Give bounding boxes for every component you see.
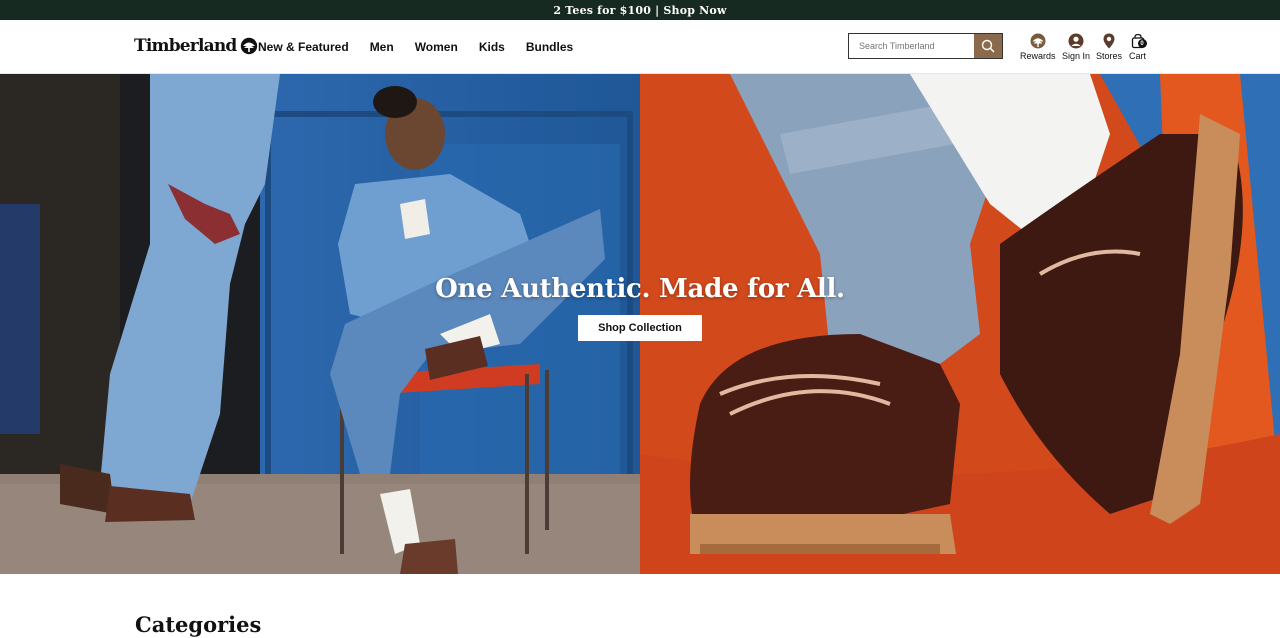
brand-logo[interactable]: Timberland (134, 36, 258, 56)
rewards-label: Rewards (1020, 51, 1056, 61)
shop-collection-button[interactable]: Shop Collection (578, 315, 702, 341)
cart-label: Cart (1129, 51, 1147, 61)
site-header: Timberland New & Featured Men Women Kids… (0, 20, 1280, 74)
search-icon (981, 39, 995, 53)
hero-banner: One Authentic. Made for All. Shop Collec… (0, 74, 1280, 574)
nav-bundles[interactable]: Bundles (526, 40, 573, 54)
stores-label: Stores (1096, 51, 1123, 61)
hero-image-left[interactable] (0, 74, 640, 574)
nav-new-featured[interactable]: New & Featured (258, 40, 349, 54)
user-icon (1068, 33, 1084, 49)
logo-tree-icon (241, 37, 258, 55)
cart-link[interactable]: 0 Cart (1129, 33, 1147, 61)
sign-in-label: Sign In (1062, 51, 1091, 61)
search-box (848, 33, 1003, 59)
nav-women[interactable]: Women (415, 40, 458, 54)
search-button[interactable] (974, 34, 1002, 58)
sign-in-link[interactable]: Sign In (1062, 33, 1090, 61)
logo-wordmark: Timberland (134, 36, 237, 56)
hero-headline: One Authentic. Made for All. (435, 274, 845, 304)
stores-link[interactable]: Stores (1096, 33, 1122, 61)
search-input[interactable] (849, 34, 974, 58)
nav-men[interactable]: Men (370, 40, 394, 54)
tree-icon (1030, 33, 1046, 49)
main-nav: New & Featured Men Women Kids Bundles (258, 20, 573, 73)
rewards-link[interactable]: Rewards (1020, 33, 1056, 61)
categories-heading: Categories (135, 612, 262, 637)
nav-kids[interactable]: Kids (479, 40, 505, 54)
cart-count-badge: 0 (1137, 39, 1147, 48)
hero-image-right[interactable] (640, 74, 1280, 574)
promo-text[interactable]: 2 Tees for $100 | Shop Now (553, 4, 726, 17)
promo-banner[interactable]: 2 Tees for $100 | Shop Now (0, 0, 1280, 20)
map-pin-icon (1103, 33, 1115, 49)
